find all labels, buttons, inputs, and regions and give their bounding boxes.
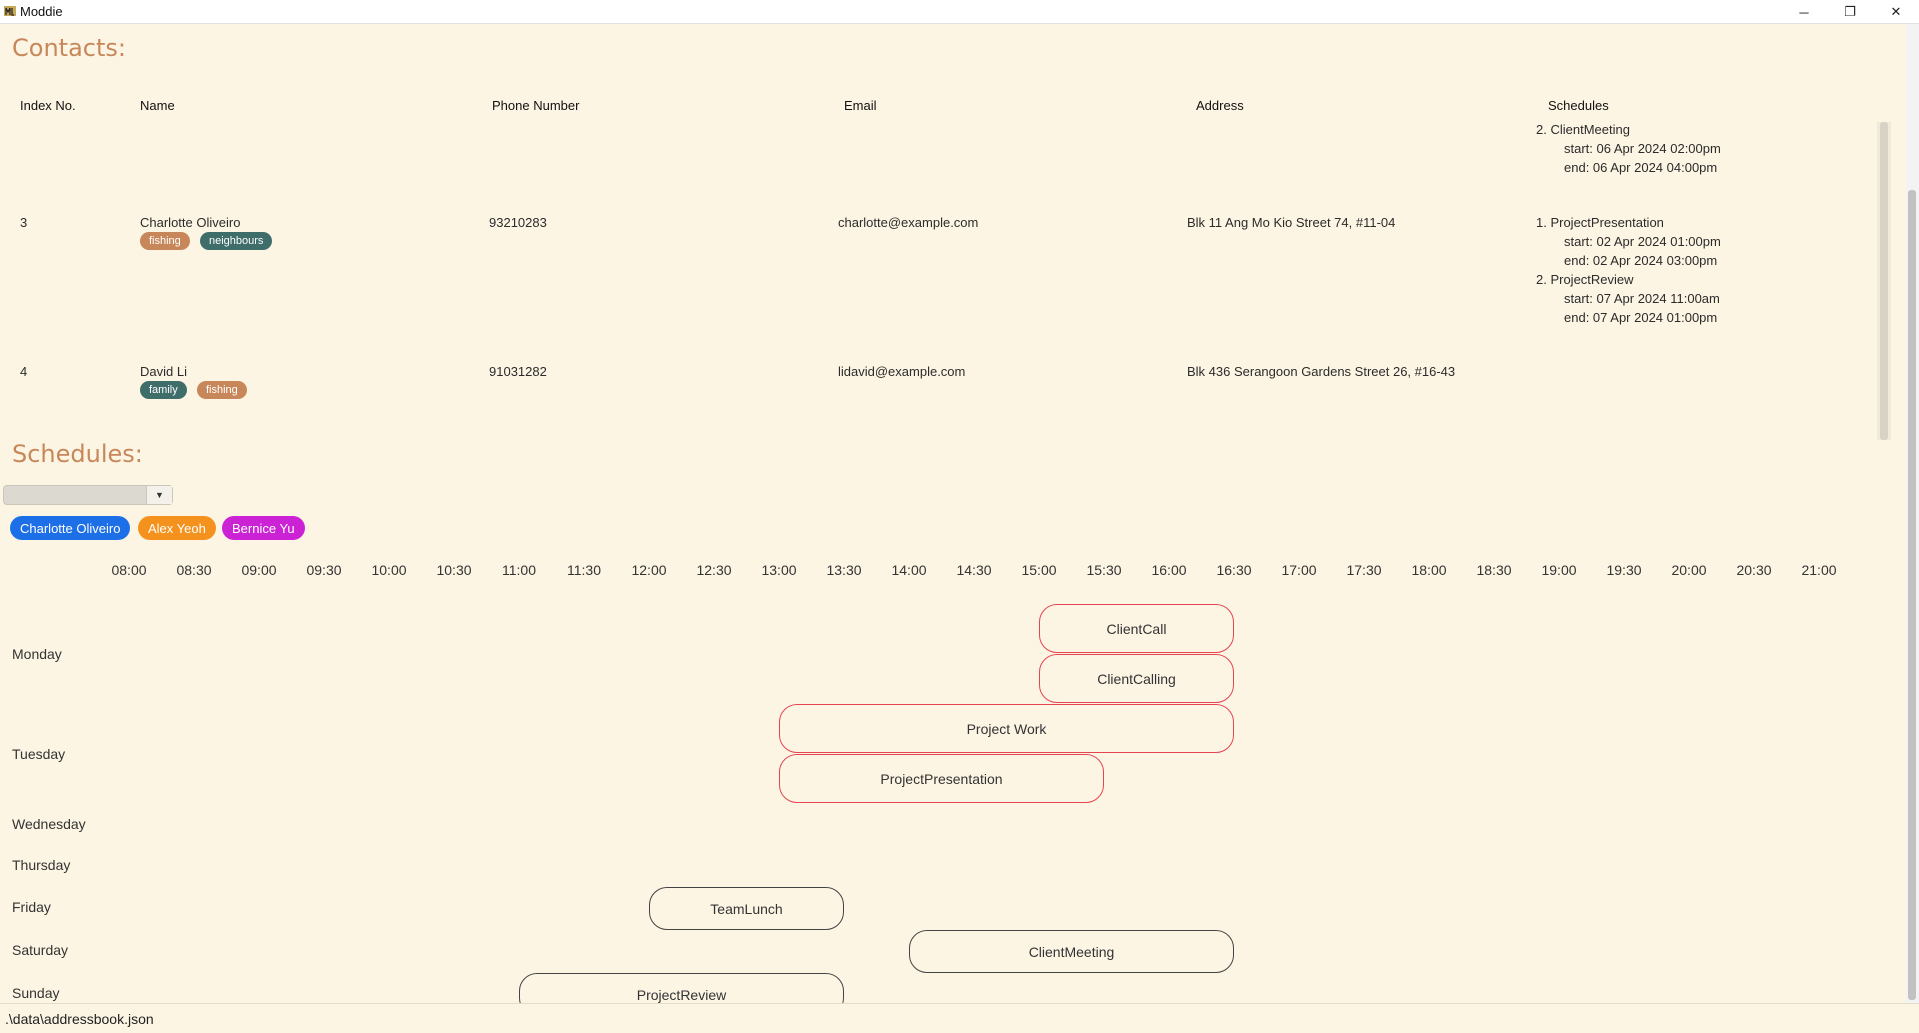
time-label: 12:00 (631, 562, 667, 578)
chevron-down-icon[interactable]: ▼ (146, 486, 172, 504)
minimize-button[interactable]: ─ (1781, 0, 1827, 24)
day-label-wednesday: Wednesday (12, 816, 86, 832)
time-label: 21:00 (1801, 562, 1837, 578)
tag-family: family (140, 381, 187, 399)
tag-neighbours: neighbours (200, 232, 273, 250)
contact-name: David Li (140, 364, 187, 379)
time-label: 15:00 (1021, 562, 1057, 578)
window-title: Moddie (20, 4, 63, 19)
day-label-monday: Monday (12, 646, 62, 662)
column-header-address: Address (1196, 98, 1244, 113)
time-label: 10:30 (436, 562, 472, 578)
schedules-title: Schedules: (12, 440, 143, 468)
chip-bernice-yu[interactable]: Bernice Yu (222, 516, 305, 540)
time-label: 18:30 (1476, 562, 1512, 578)
schedule-start: start: 06 Apr 2024 02:00pm (1564, 141, 1721, 156)
column-header-email: Email (844, 98, 877, 113)
maximize-button[interactable]: ❐ (1827, 0, 1873, 24)
time-label: 19:30 (1606, 562, 1642, 578)
time-label: 12:30 (696, 562, 732, 578)
schedule-event[interactable]: Project Work (779, 704, 1234, 753)
schedule-title: 1. ProjectPresentation (1536, 215, 1664, 230)
contact-address: Blk 11 Ang Mo Kio Street 74, #11-04 (1187, 215, 1396, 230)
time-label: 08:30 (176, 562, 212, 578)
schedule-end: end: 07 Apr 2024 01:00pm (1564, 310, 1718, 325)
day-label-sunday: Sunday (12, 985, 60, 1001)
time-label: 10:00 (371, 562, 407, 578)
day-label-thursday: Thursday (12, 857, 71, 873)
schedule-title: 2. ClientMeeting (1536, 122, 1630, 137)
close-icon: ✕ (1890, 4, 1902, 19)
column-header-index: Index No. (20, 98, 76, 113)
contact-index: 4 (20, 364, 28, 379)
time-label: 20:30 (1736, 562, 1772, 578)
time-label: 13:30 (826, 562, 862, 578)
contact-email: charlotte@example.com (838, 215, 979, 230)
weekly-timeline: 08:00 08:30 09:00 09:30 10:00 10:30 11:00 11:30… (0, 552, 1856, 1016)
contacts-scrollbar-thumb[interactable] (1880, 122, 1888, 440)
contact-phone: 91031282 (489, 364, 547, 379)
time-label: 09:30 (306, 562, 342, 578)
window-scrollbar-thumb[interactable] (1908, 190, 1916, 1000)
schedule-start: start: 02 Apr 2024 01:00pm (1564, 234, 1721, 249)
column-header-name: Name (140, 98, 175, 113)
day-label-saturday: Saturday (12, 942, 69, 958)
time-label: 11:00 (502, 562, 536, 578)
time-label: 17:30 (1346, 562, 1382, 578)
contact-phone: 93210283 (489, 215, 547, 230)
time-label: 14:30 (956, 562, 992, 578)
data-file-path: .\data\addressbook.json (5, 1011, 154, 1027)
time-label: 09:00 (241, 562, 277, 578)
time-label: 11:30 (567, 562, 601, 578)
column-header-schedules: Schedules (1548, 98, 1609, 113)
day-label-friday: Friday (12, 899, 51, 915)
schedule-end: end: 06 Apr 2024 04:00pm (1564, 160, 1718, 175)
schedule-event[interactable]: ClientMeeting (909, 930, 1234, 973)
restore-icon: ❐ (1844, 4, 1856, 19)
contacts-title: Contacts: (12, 34, 126, 62)
tag-fishing: fishing (140, 232, 190, 250)
time-label: 20:00 (1671, 562, 1707, 578)
contact-name: Charlotte Oliveiro (140, 215, 241, 230)
app-logo-icon (4, 6, 16, 16)
close-button[interactable]: ✕ (1873, 0, 1919, 24)
time-label: 18:00 (1411, 562, 1447, 578)
contact-address: Blk 436 Serangoon Gardens Street 26, #16… (1187, 364, 1456, 379)
title-bar: Moddie ─ ❐ ✕ (0, 0, 1919, 24)
chip-charlotte-oliveiro[interactable]: Charlotte Oliveiro (10, 516, 131, 540)
contact-index: 3 (20, 215, 28, 230)
minimize-icon: ─ (1799, 4, 1809, 20)
time-label: 16:30 (1216, 562, 1252, 578)
column-header-phone: Phone Number (492, 98, 580, 113)
time-label: 17:00 (1281, 562, 1317, 578)
time-label: 14:00 (891, 562, 927, 578)
schedule-event[interactable]: ClientCall (1039, 604, 1234, 653)
contact-filter-dropdown[interactable]: ▼ (3, 485, 173, 505)
main-content: Contacts: Index No. Name Phone Number Em… (0, 24, 1906, 1016)
time-label: 15:30 (1086, 562, 1122, 578)
schedule-title: 2. ProjectReview (1536, 272, 1634, 287)
day-label-tuesday: Tuesday (12, 746, 66, 762)
time-label: 19:00 (1541, 562, 1577, 578)
schedule-event[interactable]: ProjectPresentation (779, 754, 1104, 803)
schedule-end: end: 02 Apr 2024 03:00pm (1564, 253, 1718, 268)
time-label: 16:00 (1151, 562, 1187, 578)
contact-email: lidavid@example.com (838, 364, 966, 379)
tag-fishing: fishing (197, 381, 247, 399)
schedule-event[interactable]: ClientCalling (1039, 654, 1234, 703)
schedule-start: start: 07 Apr 2024 11:00am (1564, 291, 1720, 306)
schedule-event[interactable]: TeamLunch (649, 887, 844, 930)
status-bar: .\data\addressbook.json (0, 1003, 1919, 1033)
chip-alex-yeoh[interactable]: Alex Yeoh (138, 516, 216, 540)
time-label: 08:00 (111, 562, 147, 578)
time-label: 13:00 (761, 562, 797, 578)
